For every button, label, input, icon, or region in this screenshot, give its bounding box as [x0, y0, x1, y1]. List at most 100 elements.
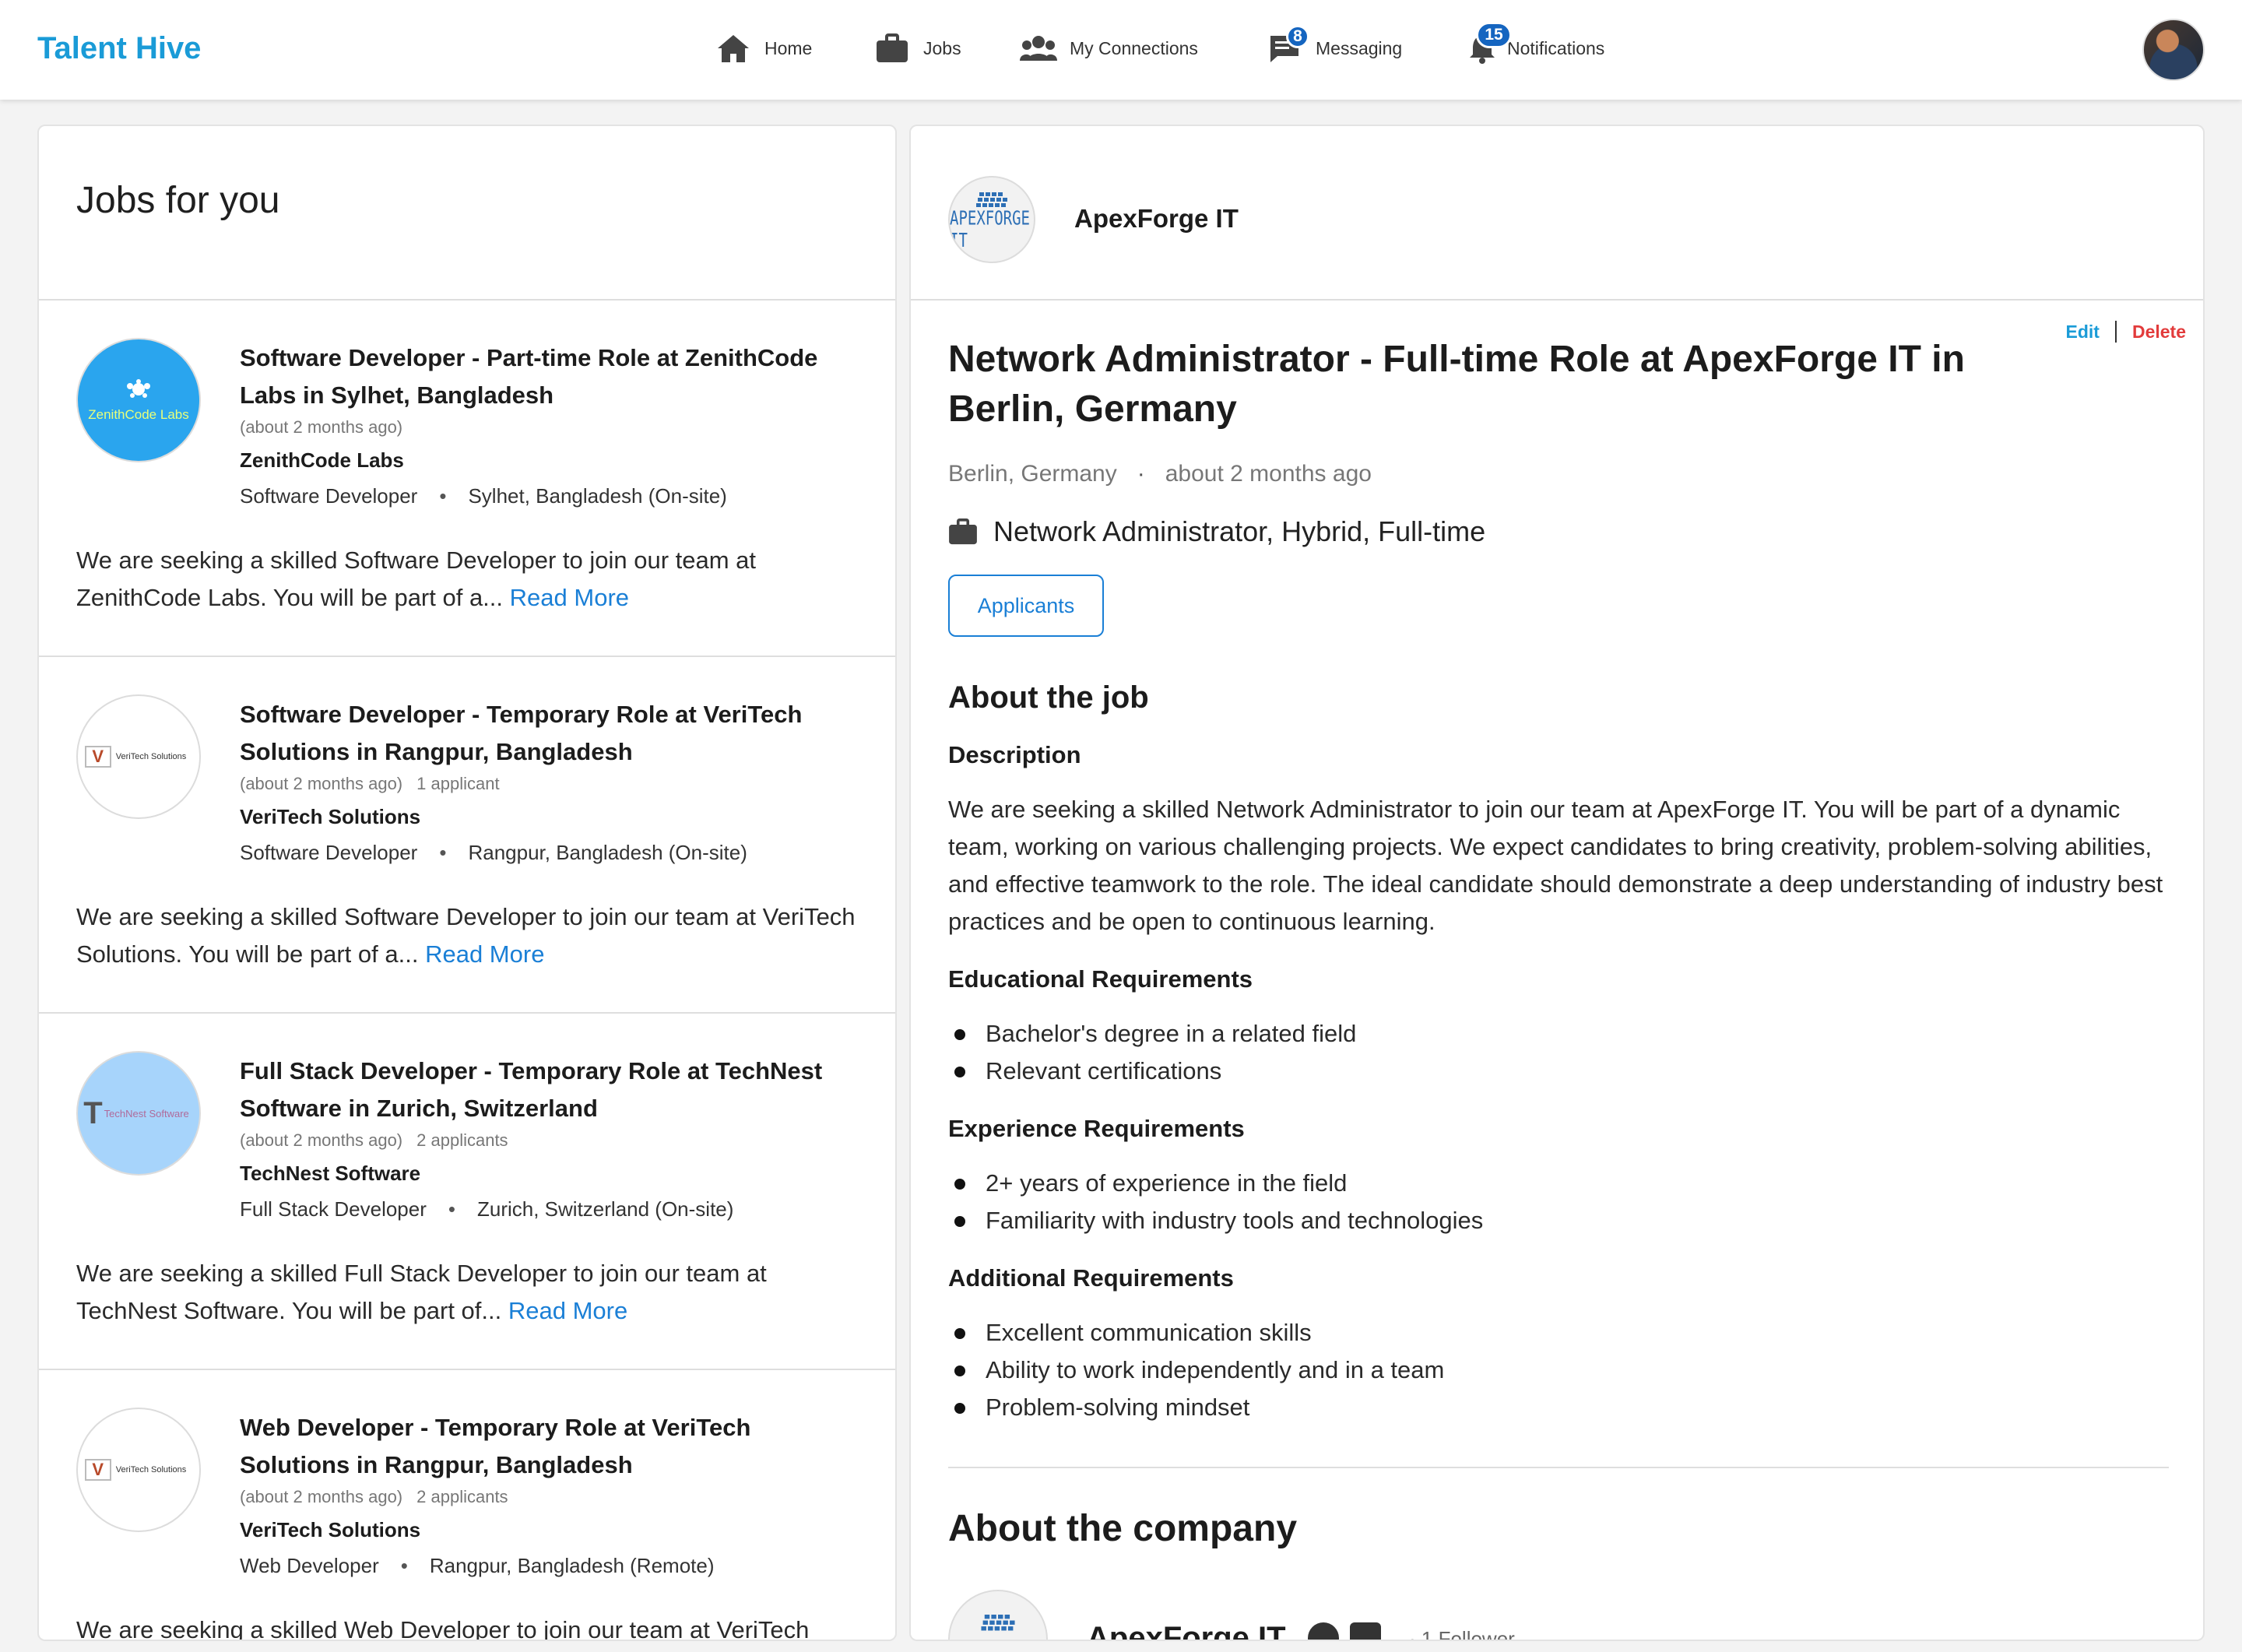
top-navigation-bar: Talent Hive Home Jobs My Connections 8 M… — [0, 0, 2242, 100]
job-applicants-count: 1 applicant — [416, 774, 500, 793]
about-company-name[interactable]: ApexForge IT — [1087, 1621, 1286, 1640]
home-icon — [715, 31, 752, 65]
additional-requirements-heading: Additional Requirements — [948, 1264, 1234, 1292]
job-meta: (about 2 months ago) 2 applicants — [240, 1487, 508, 1507]
job-meta: (about 2 months ago) 1 applicant — [240, 774, 500, 794]
company-logo-text: APEXFORGE IT — [950, 207, 1030, 252]
nav-jobs[interactable]: Jobs — [873, 28, 961, 69]
linkedin-icon[interactable] — [1350, 1622, 1381, 1640]
company-logo-text: VeriTech Solutions — [115, 752, 187, 761]
list-item: Ability to work independently and in a t… — [948, 1351, 1444, 1389]
company-logo: V VeriTech Solutions — [76, 1408, 201, 1532]
briefcase-icon — [949, 518, 977, 545]
experience-requirements-heading: Experience Requirements — [948, 1115, 1245, 1142]
list-item: Excellent communication skills — [948, 1314, 1444, 1351]
read-more-link[interactable]: Read More — [508, 1297, 627, 1324]
experience-requirements-list: 2+ years of experience in the field Fami… — [948, 1165, 1483, 1239]
educational-requirements-heading: Educational Requirements — [948, 965, 1253, 993]
applicants-button[interactable]: Applicants — [948, 575, 1104, 637]
company-logo-text: VeriTech Solutions — [115, 1465, 187, 1474]
job-role: Full Stack Developer — [240, 1197, 427, 1221]
nav-messaging[interactable]: 8 Messaging — [1266, 25, 1403, 69]
job-role: Web Developer — [240, 1554, 379, 1577]
job-location: Rangpur, Bangladesh (On-site) — [468, 841, 747, 864]
job-title-link[interactable]: Web Developer - Temporary Role at VeriTe… — [240, 1409, 863, 1484]
about-job-heading: About the job — [948, 680, 1149, 715]
company-logo: V VeriTech Solutions — [76, 694, 201, 819]
nav-my-connections-label: My Connections — [1070, 37, 1198, 58]
job-description-snippet: We are seeking a skilled Software Develo… — [76, 898, 863, 973]
read-more-link[interactable]: Read More — [510, 584, 629, 611]
job-meta: (about 2 months ago) 2 applicants — [240, 1130, 508, 1151]
nav-home[interactable]: Home — [715, 28, 812, 69]
job-company-name: TechNest Software — [240, 1162, 421, 1185]
job-applicants-count: 2 applicants — [416, 1130, 508, 1150]
detail-company-name[interactable]: ApexForge IT — [1074, 204, 1239, 234]
job-list-item[interactable]: V VeriTech Solutions Software Developer … — [39, 657, 895, 1014]
list-item: Bachelor's degree in a related field — [948, 1015, 1356, 1053]
divider — [911, 299, 2203, 301]
job-detail-posted: about 2 months ago — [1165, 461, 1372, 487]
job-description: We are seeking a skilled Network Adminis… — [948, 796, 2163, 935]
nav-jobs-label: Jobs — [923, 37, 961, 58]
company-social-links — [1308, 1622, 1381, 1640]
nav-my-connections[interactable]: My Connections — [1020, 28, 1198, 69]
company-logo: T TechNest Software — [76, 1051, 201, 1176]
job-company-name: ZenithCode Labs — [240, 448, 404, 472]
job-description-text: We are seeking a skilled Software Develo… — [76, 547, 757, 611]
job-role-location: Web Developer • Rangpur, Bangladesh (Remot… — [240, 1554, 715, 1577]
delete-button[interactable]: Delete — [2132, 322, 2186, 343]
job-applicants-count: 2 applicants — [416, 1487, 508, 1506]
job-description-text: We are seeking a skilled Full Stack Deve… — [76, 1260, 767, 1324]
nav-messaging-label: Messaging — [1316, 37, 1403, 58]
job-detail-type: Network Administrator, Hybrid, Full-time — [948, 515, 1485, 548]
company-logo: ZenithCode Labs — [76, 338, 201, 462]
messaging-badge: 8 — [1286, 25, 1309, 48]
job-role: Software Developer — [240, 484, 418, 508]
bell-icon: 15 — [1464, 22, 1512, 65]
company-followers: · 1 Follower — [1409, 1627, 1515, 1640]
edit-button[interactable]: Edit — [2066, 322, 2100, 343]
job-title-link[interactable]: Software Developer - Temporary Role at V… — [240, 696, 863, 771]
job-location: Sylhet, Bangladesh (On-site) — [468, 484, 727, 508]
job-detail-type-text: Network Administrator, Hybrid, Full-time — [993, 515, 1486, 547]
list-item: Problem-solving mindset — [948, 1389, 1444, 1426]
job-meta: (about 2 months ago) — [240, 417, 402, 438]
nav-notifications[interactable]: 15 Notifications — [1464, 22, 1604, 69]
job-posted-time: (about 2 months ago) — [240, 774, 403, 793]
job-role-location: Full Stack Developer • Zurich, Switzerland… — [240, 1197, 734, 1221]
server-grid-icon — [981, 1615, 1015, 1631]
about-company-heading: About the company — [948, 1508, 1298, 1549]
briefcase-icon — [873, 31, 911, 65]
job-list-item[interactable]: ZenithCode Labs Software Developer - Par… — [39, 301, 895, 657]
nav-home-label: Home — [764, 37, 813, 58]
job-company-name: VeriTech Solutions — [240, 805, 421, 828]
job-description-snippet: We are seeking a skilled Web Developer t… — [76, 1612, 863, 1641]
job-actions: Edit Delete — [2066, 321, 2186, 343]
job-list-item[interactable]: T TechNest Software Full Stack Developer… — [39, 1014, 895, 1370]
jobs-list-title: Jobs for you — [76, 180, 280, 221]
user-avatar[interactable] — [2142, 19, 2205, 81]
job-list-item[interactable]: V VeriTech Solutions Web Developer - Tem… — [39, 1370, 895, 1641]
job-role-location: Software Developer • Sylhet, Bangladesh (O… — [240, 484, 727, 508]
job-description-snippet: We are seeking a skilled Full Stack Deve… — [76, 1255, 863, 1330]
job-detail-location: Berlin, Germany — [948, 461, 1117, 487]
list-item: Familiarity with industry tools and tech… — [948, 1202, 1483, 1239]
job-location: Rangpur, Bangladesh (Remote) — [429, 1554, 715, 1577]
job-detail-title: Network Administrator - Full-time Role a… — [948, 339, 1965, 430]
job-title-link[interactable]: Software Developer - Part-time Role at Z… — [240, 339, 863, 414]
cluster-icon — [126, 378, 150, 398]
read-more-link[interactable]: Read More — [425, 940, 544, 968]
jobs-list-panel: Jobs for you ZenithCode Labs Software De… — [37, 125, 897, 1641]
brand-logo-text[interactable]: Talent Hive — [37, 31, 201, 66]
job-posted-time: (about 2 months ago) — [240, 1487, 403, 1506]
technest-mark-icon: T — [83, 1095, 103, 1130]
notifications-badge: 15 — [1476, 22, 1512, 48]
facebook-icon[interactable] — [1308, 1622, 1339, 1640]
job-posted-time: (about 2 months ago) — [240, 1130, 403, 1150]
message-icon: 8 — [1266, 25, 1309, 65]
veritech-mark-icon: V — [84, 746, 111, 768]
job-title-link[interactable]: Full Stack Developer - Temporary Role at… — [240, 1053, 863, 1127]
additional-requirements-list: Excellent communication skills Ability t… — [948, 1314, 1444, 1426]
job-description-text: We are seeking a skilled Web Developer t… — [76, 1616, 810, 1641]
